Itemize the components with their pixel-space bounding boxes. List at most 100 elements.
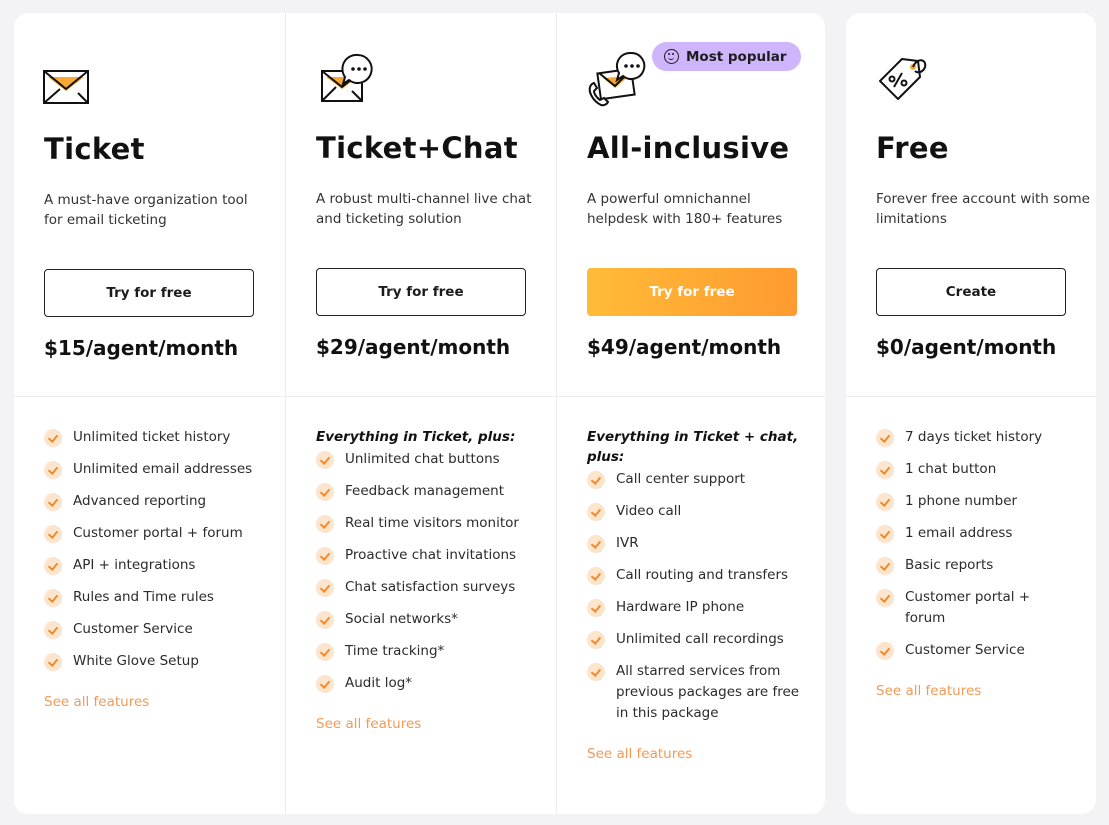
feature-item: IVR (587, 533, 807, 554)
check-icon (587, 599, 605, 617)
check-icon (876, 493, 894, 511)
plus-label: Everything in Ticket, plus: (316, 429, 516, 445)
feature-label: 7 days ticket history (905, 429, 1043, 445)
paid-plans-panel: Ticket A must-have organization tool for… (14, 13, 825, 814)
feature-label: Unlimited chat buttons (345, 451, 500, 467)
feature-label: Real time visitors monitor (345, 515, 519, 531)
feature-item: Customer Service (876, 640, 1066, 661)
feature-label: Social networks* (345, 611, 458, 627)
see-all-features-link[interactable]: See all features (44, 694, 264, 710)
check-icon (44, 653, 62, 671)
feature-label: Call center support (616, 471, 746, 487)
feature-label: Customer Service (905, 642, 1025, 658)
feature-item: Video call (587, 501, 807, 522)
plan-title: Ticket (44, 132, 145, 166)
feature-item: Call routing and transfers (587, 565, 807, 586)
feature-item: 7 days ticket history (876, 427, 1066, 448)
check-icon (876, 461, 894, 479)
check-icon (587, 471, 605, 489)
feature-label: All starred services from previous packa… (616, 663, 800, 721)
feature-list: Unlimited ticket history Unlimited email… (44, 427, 264, 710)
feature-item: All starred services from previous packa… (587, 661, 807, 724)
feature-label: Proactive chat invitations (345, 547, 517, 563)
plan-title: Ticket+Chat (316, 131, 518, 165)
feature-item: Rules and Time rules (44, 587, 264, 608)
feature-item: Time tracking* (316, 641, 536, 662)
feature-item: Social networks* (316, 609, 536, 630)
price-tag-icon (879, 58, 927, 100)
feature-label: Customer Service (73, 621, 193, 637)
try-for-free-button[interactable]: Try for free (44, 269, 254, 317)
plus-label: Everything in Ticket + chat, plus: (587, 429, 799, 465)
feature-label: Advanced reporting (73, 493, 207, 509)
most-popular-badge: Most popular (652, 42, 801, 71)
plan-description: A powerful omnichannel helpdesk with 180… (587, 191, 783, 227)
feature-item: White Glove Setup (44, 651, 264, 672)
check-icon (316, 675, 334, 693)
feature-item: Customer Service (44, 619, 264, 640)
check-icon (44, 429, 62, 447)
check-icon (44, 589, 62, 607)
check-icon (316, 483, 334, 501)
see-all-features-link[interactable]: See all features (316, 716, 536, 732)
feature-label: API + integrations (73, 557, 196, 573)
check-icon (876, 557, 894, 575)
plan-price: $0/agent/month (876, 335, 1057, 359)
feature-label: White Glove Setup (73, 653, 199, 669)
feature-label: Rules and Time rules (73, 589, 214, 605)
feature-label: Basic reports (905, 557, 994, 573)
feature-label: Customer portal + forum (73, 525, 243, 541)
feature-item: Unlimited call recordings (587, 629, 807, 650)
see-all-features-link[interactable]: See all features (876, 683, 1066, 699)
feature-item: 1 chat button (876, 459, 1066, 480)
check-icon (44, 461, 62, 479)
feature-item: Customer portal + forum (876, 587, 1066, 629)
feature-label: Chat satisfaction surveys (345, 579, 516, 595)
check-icon (316, 451, 334, 469)
check-icon (876, 525, 894, 543)
feature-label: Unlimited email addresses (73, 461, 253, 477)
try-for-free-button[interactable]: Try for free (316, 268, 526, 316)
feature-item: API + integrations (44, 555, 264, 576)
try-for-free-button[interactable]: Try for free (587, 268, 797, 316)
feature-label: Unlimited call recordings (616, 631, 784, 647)
check-icon (44, 525, 62, 543)
feature-label: Customer portal + forum (905, 589, 1031, 626)
feature-label: Call routing and transfers (616, 567, 789, 583)
feature-label: Video call (616, 503, 682, 519)
plan-price: $29/agent/month (316, 335, 511, 359)
feature-list: Everything in Ticket + chat, plus: Call … (587, 427, 807, 762)
plan-card-all-inclusive: Most popular All-inclusive A powerful om… (556, 13, 825, 814)
feature-item: Audit log* (316, 673, 536, 694)
feature-item: Real time visitors monitor (316, 513, 536, 534)
feature-label: Feedback management (345, 483, 505, 499)
feature-item: Basic reports (876, 555, 1066, 576)
feature-item: Feedback management (316, 481, 536, 502)
feature-item: Unlimited chat buttons (316, 449, 536, 470)
check-icon (316, 611, 334, 629)
check-icon (44, 557, 62, 575)
smile-icon (664, 49, 679, 64)
plan-price: $15/agent/month (44, 336, 239, 360)
check-icon (587, 503, 605, 521)
feature-item: Hardware IP phone (587, 597, 807, 618)
check-icon (587, 663, 605, 681)
check-icon (316, 579, 334, 597)
check-icon (316, 515, 334, 533)
create-button[interactable]: Create (876, 268, 1066, 316)
feature-label: Unlimited ticket history (73, 429, 231, 445)
feature-list: Everything in Ticket, plus: Unlimited ch… (316, 427, 536, 732)
plan-title: Free (876, 131, 949, 165)
check-icon (316, 547, 334, 565)
feature-item: 1 email address (876, 523, 1066, 544)
check-icon (876, 429, 894, 447)
feature-item: Call center support (587, 469, 807, 490)
phone-envelope-chat-icon (588, 51, 646, 107)
see-all-features-link[interactable]: See all features (587, 746, 807, 762)
feature-label: Time tracking* (345, 643, 445, 659)
feature-item: Chat satisfaction surveys (316, 577, 536, 598)
plan-description: A robust multi-channel live chat and tic… (316, 191, 532, 227)
feature-item: Unlimited email addresses (44, 459, 264, 480)
envelope-icon (43, 70, 89, 104)
plan-description: A must-have organization tool for email … (44, 192, 248, 228)
